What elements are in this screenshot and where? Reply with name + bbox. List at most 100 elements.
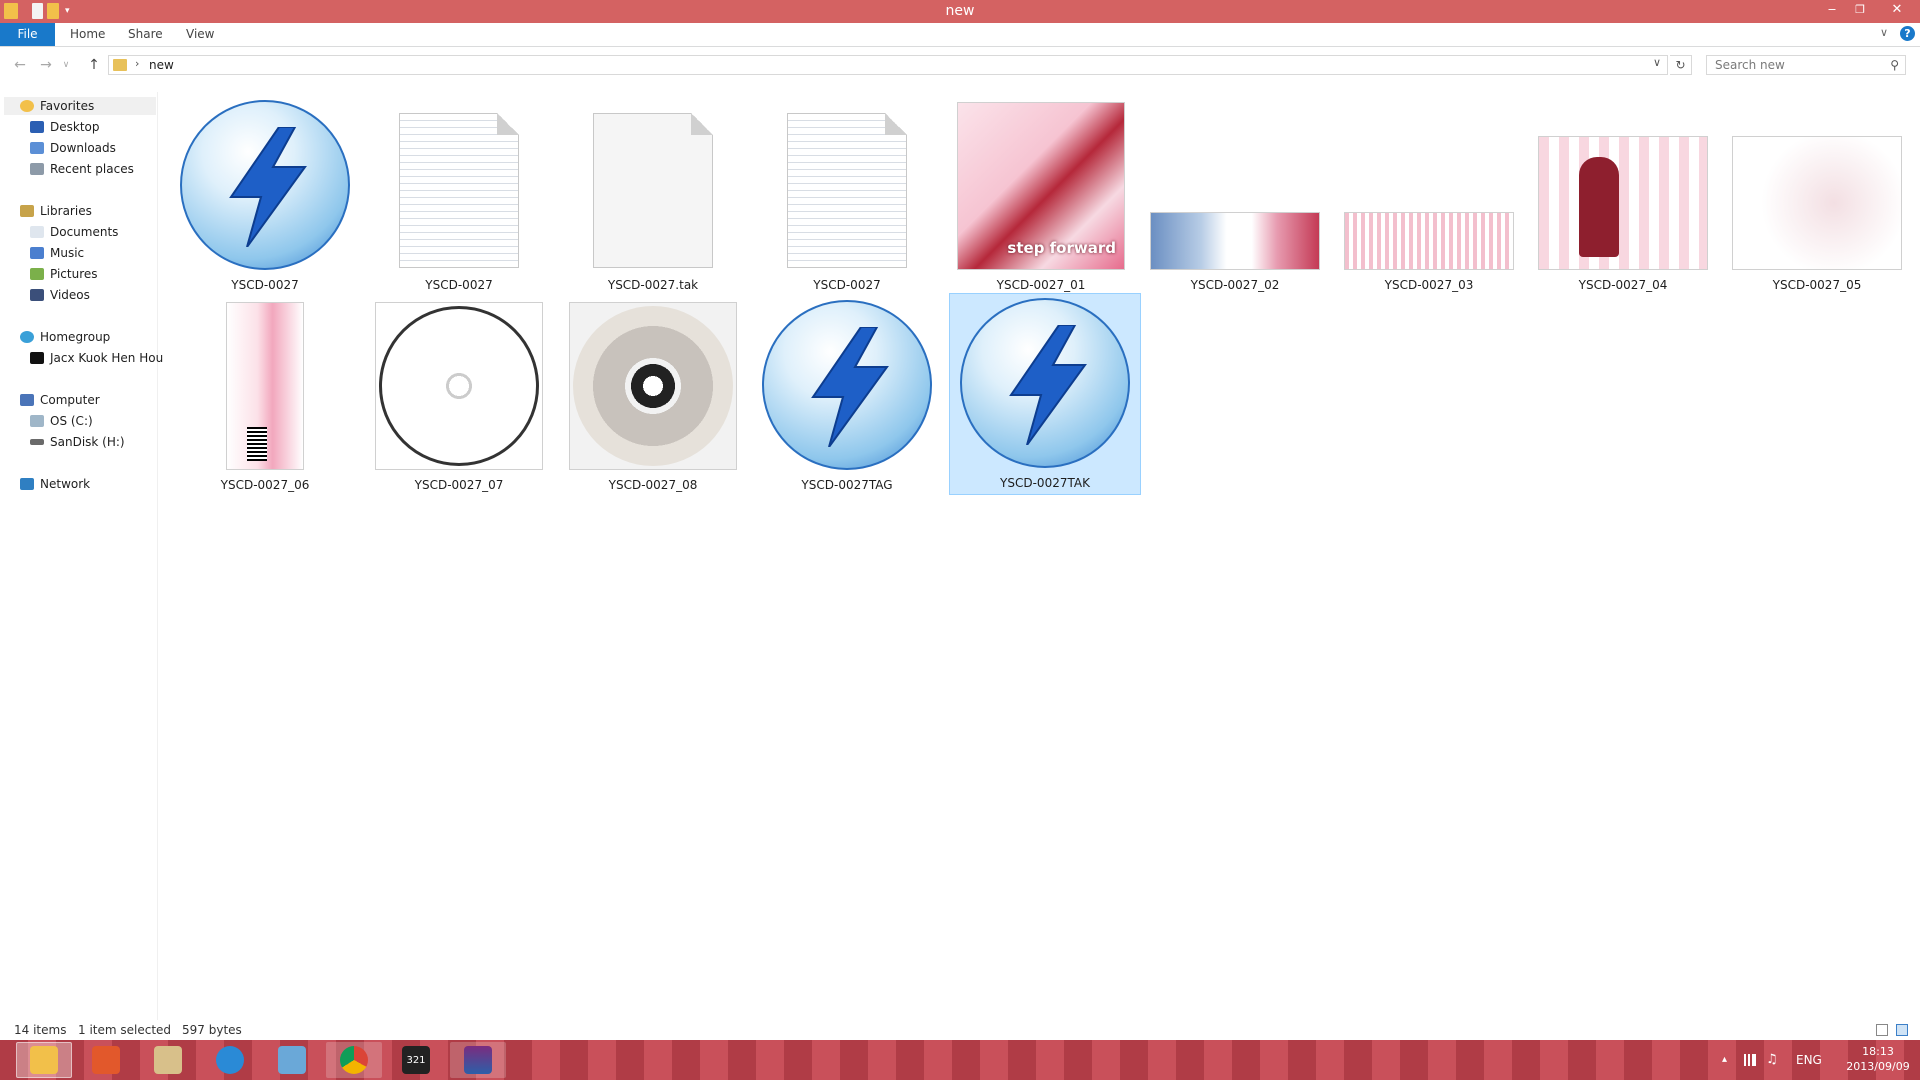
taskbar-app[interactable] <box>140 1042 196 1078</box>
nav-label: Favorites <box>40 99 95 113</box>
nav-videos[interactable]: Videos <box>30 286 90 304</box>
file-name: YSCD-0027 <box>813 278 881 292</box>
nav-downloads[interactable]: Downloads <box>30 139 116 157</box>
office-icon <box>92 1046 120 1074</box>
file-list[interactable]: YSCD-0027 YSCD-0027 YSCD-0027.tak YSCD-0… <box>160 92 1920 1022</box>
folder-icon <box>30 1046 58 1074</box>
file-name: YSCD-0027_04 <box>1578 278 1668 292</box>
breadcrumb-new[interactable]: new <box>149 58 174 72</box>
file-thumbnail <box>170 296 360 476</box>
volume-icon[interactable]: ♫ <box>1766 1040 1778 1080</box>
close-button[interactable]: ✕ <box>1880 0 1914 20</box>
file-item[interactable]: YSCD-0027_08 <box>558 296 748 496</box>
minimize-button[interactable]: ‒ <box>1818 0 1846 20</box>
nav-drive-h[interactable]: SanDisk (H:) <box>30 433 125 451</box>
status-bar: 14 items 1 item selected 597 bytes <box>0 1020 1920 1040</box>
forward-button[interactable]: → <box>36 56 56 74</box>
tab-home[interactable]: Home <box>56 23 119 46</box>
ribbon-expand-icon[interactable]: ∨ <box>1880 26 1888 39</box>
taskbar-store[interactable] <box>78 1042 134 1078</box>
file-item[interactable]: YSCD-0027_06 <box>170 296 360 496</box>
taskbar-explorer[interactable] <box>16 1042 72 1078</box>
address-bar-row: ← → ∨ ↑ › new ∨ ↻ Search new ⚲ <box>0 50 1920 80</box>
language-indicator[interactable]: ENG <box>1796 1040 1822 1080</box>
tray-overflow-icon[interactable]: ▴ <box>1722 1040 1727 1080</box>
nav-libraries[interactable]: Libraries <box>20 202 92 220</box>
scan-image <box>1344 212 1514 270</box>
nav-favorites[interactable]: Favorites <box>4 97 156 115</box>
network-icon <box>20 478 34 490</box>
file-name: YSCD-0027 <box>231 278 299 292</box>
recent-locations-button[interactable]: ∨ <box>60 56 72 74</box>
nav-documents[interactable]: Documents <box>30 223 118 241</box>
large-icons-view-icon[interactable] <box>1896 1024 1908 1036</box>
downloads-icon <box>30 142 44 154</box>
selection-count: 1 item selected <box>78 1023 172 1037</box>
nav-pictures[interactable]: Pictures <box>30 265 98 283</box>
file-item[interactable]: step forward YSCD-0027_01 <box>946 96 1136 296</box>
computer-icon <box>20 394 34 406</box>
file-item-selected[interactable]: YSCD-0027TAK <box>949 293 1141 495</box>
file-thumbnail <box>558 296 748 476</box>
nav-homegroup[interactable]: Homegroup <box>20 328 110 346</box>
file-thumbnail <box>558 96 748 276</box>
tab-share[interactable]: Share <box>114 23 177 46</box>
nav-computer[interactable]: Computer <box>20 391 100 409</box>
taskbar-winrar[interactable] <box>450 1042 506 1078</box>
nav-label: Music <box>50 246 85 260</box>
nav-drive-c[interactable]: OS (C:) <box>30 412 93 430</box>
clock[interactable]: 18:13 2013/09/09 <box>1840 1040 1916 1080</box>
signal-icon[interactable] <box>1742 1054 1756 1066</box>
homegroup-icon <box>20 331 34 343</box>
nav-music[interactable]: Music <box>30 244 84 262</box>
file-item[interactable]: YSCD-0027_07 <box>364 296 554 496</box>
booklet-image <box>1732 136 1902 270</box>
file-item[interactable]: YSCD-0027 <box>752 96 942 296</box>
file-thumbnail <box>170 96 360 276</box>
taskbar-ie[interactable] <box>202 1042 258 1078</box>
title-bar[interactable]: ▾ new ‒ ❐ ✕ <box>0 0 1920 23</box>
nav-network[interactable]: Network <box>20 475 90 493</box>
file-thumbnail: step forward <box>946 96 1136 276</box>
back-button[interactable]: ← <box>10 56 30 74</box>
nav-label: Documents <box>50 225 119 239</box>
chevron-down-icon[interactable]: ∨ <box>1653 56 1661 69</box>
nav-homegroup-user[interactable]: Jacx Kuok Hen Hou <box>30 349 163 367</box>
file-item[interactable]: YSCD-0027TAG <box>752 296 942 496</box>
breadcrumb-separator[interactable]: › <box>135 57 139 70</box>
address-input[interactable]: › new ∨ <box>108 55 1668 75</box>
nav-desktop[interactable]: Desktop <box>30 118 100 136</box>
file-name: YSCD-0027 <box>425 278 493 292</box>
tab-file[interactable]: File <box>0 23 55 46</box>
tab-view[interactable]: View <box>172 23 228 46</box>
help-icon[interactable]: ? <box>1900 26 1915 41</box>
daemon-tools-icon <box>180 100 350 270</box>
usb-drive-icon <box>30 439 44 445</box>
disc-icon <box>573 306 733 466</box>
file-item[interactable]: YSCD-0027 <box>170 96 360 296</box>
file-item[interactable]: YSCD-0027_04 <box>1528 96 1718 296</box>
file-item[interactable]: YSCD-0027.tak <box>558 96 748 296</box>
cover-caption: step forward <box>1007 239 1116 257</box>
details-view-icon[interactable] <box>1876 1024 1888 1036</box>
file-thumbnail <box>364 296 554 476</box>
file-item[interactable]: YSCD-0027 <box>364 96 554 296</box>
folder-icon <box>113 59 127 71</box>
file-thumbnail <box>1722 96 1912 276</box>
cd-art-image <box>375 302 543 470</box>
up-button[interactable]: ↑ <box>84 56 104 74</box>
file-item[interactable]: YSCD-0027_05 <box>1722 96 1912 296</box>
file-thumbnail <box>1528 96 1718 276</box>
search-icon[interactable]: ⚲ <box>1890 56 1899 74</box>
file-item[interactable]: YSCD-0027_02 <box>1140 96 1330 296</box>
maximize-button[interactable]: ❐ <box>1846 0 1874 20</box>
search-placeholder: Search new <box>1715 58 1785 72</box>
network-tool-icon <box>278 1046 306 1074</box>
file-item[interactable]: YSCD-0027_03 <box>1334 96 1524 296</box>
search-input[interactable]: Search new ⚲ <box>1706 55 1906 75</box>
refresh-button[interactable]: ↻ <box>1670 55 1692 75</box>
taskbar-network-tool[interactable] <box>264 1042 320 1078</box>
nav-recent-places[interactable]: Recent places <box>30 160 134 178</box>
taskbar-media-player[interactable]: 321 <box>388 1042 444 1078</box>
taskbar-chrome[interactable] <box>326 1042 382 1078</box>
